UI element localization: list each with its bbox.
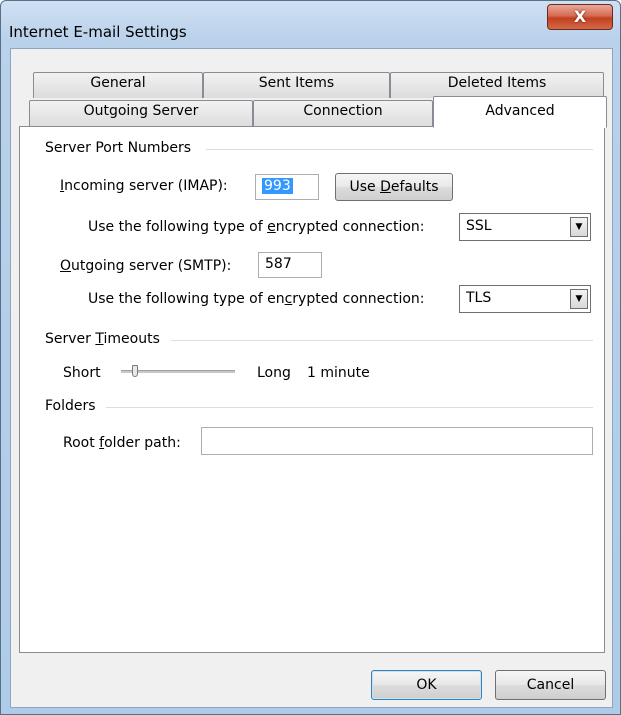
advanced-tab-panel	[19, 126, 605, 653]
group-label-server-timeouts: Server Timeouts	[45, 331, 164, 347]
outgoing-port-field[interactable]: 587	[258, 252, 322, 278]
timeout-slider-thumb[interactable]	[131, 365, 138, 377]
group-divider-timeouts	[171, 340, 593, 341]
group-divider-ports	[206, 149, 593, 150]
root-folder-label: Root folder path:	[63, 435, 181, 451]
window-title: Internet E-mail Settings	[9, 23, 187, 41]
group-label-folders: Folders	[45, 398, 100, 414]
tab-sent-items[interactable]: Sent Items	[203, 72, 390, 98]
incoming-encryption-select[interactable]: SSL ▼	[459, 213, 591, 241]
tab-sent-items-label: Sent Items	[258, 75, 335, 91]
tab-advanced[interactable]: Advanced	[433, 96, 607, 128]
incoming-server-label: Incoming server (IMAP):	[60, 178, 228, 194]
use-defaults-button[interactable]: Use Defaults	[335, 173, 453, 201]
ok-button[interactable]: OK	[371, 670, 482, 700]
chevron-down-icon[interactable]: ▼	[570, 289, 588, 309]
outgoing-encryption-label: Use the following type of encrypted conn…	[88, 291, 425, 307]
incoming-port-value: 993	[262, 178, 293, 194]
outgoing-encryption-select[interactable]: TLS ▼	[459, 285, 591, 313]
chevron-down-icon[interactable]: ▼	[570, 217, 588, 237]
close-button[interactable]: X	[547, 4, 613, 30]
root-folder-field[interactable]	[201, 427, 593, 455]
group-divider-folders	[106, 407, 593, 408]
tab-connection-label: Connection	[303, 103, 383, 119]
outgoing-port-value: 587	[265, 256, 292, 272]
cancel-button[interactable]: Cancel	[495, 670, 606, 700]
incoming-encryption-label: Use the following type of encrypted conn…	[88, 219, 425, 235]
tab-advanced-label: Advanced	[485, 103, 555, 119]
timeout-slider-track[interactable]	[121, 370, 235, 373]
tab-deleted-items[interactable]: Deleted Items	[390, 72, 604, 98]
close-icon: X	[573, 7, 587, 26]
tab-outgoing-server[interactable]: Outgoing Server	[29, 100, 253, 127]
timeout-long-label: Long	[257, 365, 291, 381]
tab-general-label: General	[90, 75, 146, 91]
group-label-server-ports: Server Port Numbers	[45, 140, 196, 156]
incoming-port-field[interactable]: 993	[255, 174, 319, 200]
tab-connection[interactable]: Connection	[253, 100, 433, 127]
outgoing-server-label: Outgoing server (SMTP):	[60, 258, 232, 274]
incoming-encryption-value: SSL	[466, 218, 492, 234]
outgoing-encryption-value: TLS	[466, 290, 492, 306]
title-bar[interactable]: Internet E-mail Settings X	[1, 1, 620, 49]
tab-outgoing-server-label: Outgoing Server	[83, 103, 199, 119]
timeout-value-label: 1 minute	[307, 365, 370, 381]
dialog-window: Internet E-mail Settings X General Sent …	[0, 0, 621, 715]
timeout-short-label: Short	[63, 365, 101, 381]
tab-deleted-items-label: Deleted Items	[447, 75, 547, 91]
tab-general[interactable]: General	[33, 72, 203, 98]
